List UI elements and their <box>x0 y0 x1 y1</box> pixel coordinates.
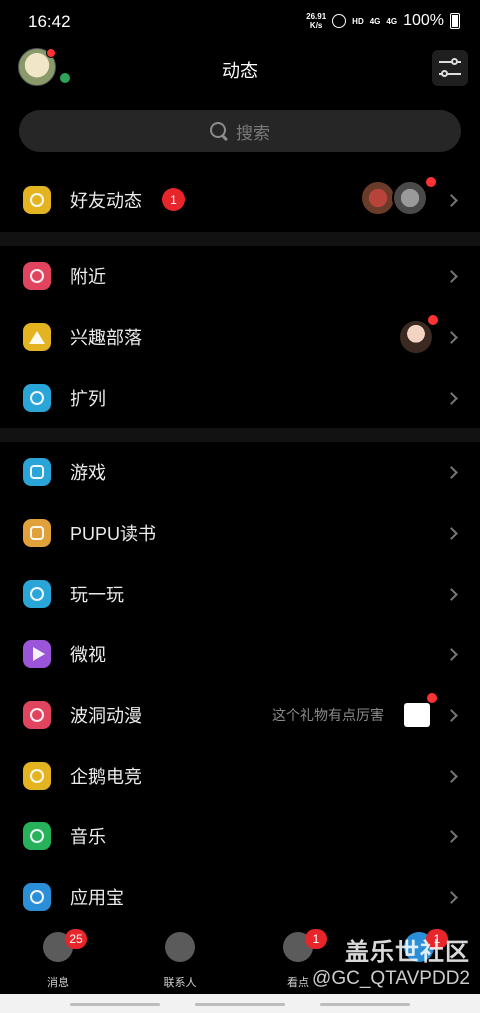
location-pin-icon <box>23 262 51 290</box>
list-item-label: 应用宝 <box>70 888 124 908</box>
unread-badge: 25 <box>65 929 87 949</box>
tab-label: 消息 <box>47 977 69 989</box>
status-time: 16:42 <box>28 12 71 31</box>
list-item-label: 玩一玩 <box>70 585 124 605</box>
list-item-friends-feed[interactable]: 好友动态 1 <box>0 170 480 230</box>
shield-icon <box>23 762 51 790</box>
list-item-music[interactable]: 音乐 <box>0 806 480 866</box>
system-nav-bar <box>0 994 480 1013</box>
search-icon <box>210 122 228 140</box>
tab-label: 联系人 <box>163 977 197 989</box>
promo-hint: 这个礼物有点厉害 <box>272 707 384 723</box>
chevron-right-icon <box>445 270 458 283</box>
chevron-right-icon <box>445 648 458 661</box>
list-item-label: 附近 <box>70 267 106 287</box>
unread-badge: 1 <box>162 188 185 211</box>
list-item-label: 好友动态 <box>70 191 142 211</box>
list-item-weishi[interactable]: 微视 <box>0 624 480 684</box>
filter-settings-button[interactable] <box>432 50 468 86</box>
battery-icon <box>450 13 460 29</box>
app-store-icon <box>23 883 51 911</box>
notification-dot <box>426 177 436 187</box>
list-item-kuolie[interactable]: 扩列 <box>0 368 480 428</box>
nav-handle[interactable] <box>70 1003 160 1006</box>
status-icons: 26.91 K/s HD 4G 4G 100% <box>306 12 460 30</box>
list-item-pupu-reading[interactable]: PUPU读书 <box>0 503 480 563</box>
list-item-label: 扩列 <box>70 389 106 409</box>
list-item-play[interactable]: 玩一玩 <box>0 564 480 624</box>
play-icon <box>23 640 51 668</box>
header: 动态 <box>0 44 480 94</box>
list-item-games[interactable]: 游戏 <box>0 442 480 502</box>
anime-thumbnail <box>404 703 430 727</box>
nav-handle[interactable] <box>195 1003 285 1006</box>
search-bar[interactable]: 搜索 <box>19 110 461 152</box>
search-placeholder: 搜索 <box>236 123 270 143</box>
person-icon <box>165 932 195 962</box>
list-item-app-store[interactable]: 应用宝 <box>0 867 480 927</box>
signal-4g-icon: 4G <box>386 16 398 26</box>
unread-badge: 1 <box>305 929 327 949</box>
tab-contacts[interactable]: 联系人 <box>145 932 215 989</box>
notification-dot <box>427 693 437 703</box>
page-title: 动态 <box>222 61 258 81</box>
gamepad-icon <box>23 458 51 486</box>
hd-icon: HD <box>352 16 364 26</box>
chevron-right-icon <box>445 588 458 601</box>
friend-avatar <box>360 180 396 216</box>
chevron-right-icon <box>445 709 458 722</box>
wave-icon <box>23 701 51 729</box>
watermark-handle: @GC_QTAVPDD2 <box>312 968 470 989</box>
tab-messages[interactable]: 25 消息 <box>23 929 93 989</box>
watermark: 盖乐世社区 <box>345 939 470 966</box>
chevron-right-icon <box>445 392 458 405</box>
section-divider <box>0 232 480 246</box>
list-item-esports[interactable]: 企鹅电竞 <box>0 746 480 806</box>
chevron-right-icon <box>445 891 458 904</box>
status-bar: 16:42 26.91 K/s HD 4G 4G 100% <box>0 0 480 44</box>
signal-4g-icon: 4G <box>369 16 381 26</box>
list-item-interest-tribe[interactable]: 兴趣部落 <box>0 307 480 367</box>
battery-percent: 100% <box>403 12 444 29</box>
list-item-label: PUPU读书 <box>70 524 157 544</box>
notification-dot <box>428 315 438 325</box>
list-item-label: 音乐 <box>70 827 106 847</box>
chevron-right-icon <box>445 466 458 479</box>
tent-icon <box>23 323 51 351</box>
music-icon <box>23 822 51 850</box>
list-item-nearby[interactable]: 附近 <box>0 246 480 306</box>
tribe-avatar <box>398 319 434 355</box>
list-item-label: 兴趣部落 <box>70 328 142 348</box>
list-item-label: 游戏 <box>70 463 106 483</box>
friend-avatar <box>392 180 428 216</box>
star-icon <box>23 186 51 214</box>
planet-icon <box>23 580 51 608</box>
network-speed: 26.91 K/s <box>306 12 327 30</box>
nav-handle[interactable] <box>320 1003 410 1006</box>
book-icon <box>23 519 51 547</box>
chevron-right-icon <box>445 194 458 207</box>
chevron-right-icon <box>445 770 458 783</box>
chevron-right-icon <box>445 527 458 540</box>
list-item-label: 微视 <box>70 645 106 665</box>
section-divider <box>0 428 480 442</box>
add-friend-icon <box>23 384 51 412</box>
alarm-icon <box>332 14 347 28</box>
chevron-right-icon <box>445 830 458 843</box>
list-item-bodong-anime[interactable]: 波洞动漫 这个礼物有点厉害 <box>0 685 480 745</box>
list-item-label: 波洞动漫 <box>70 706 142 726</box>
list-item-label: 企鹅电竞 <box>70 767 142 787</box>
chevron-right-icon <box>445 331 458 344</box>
